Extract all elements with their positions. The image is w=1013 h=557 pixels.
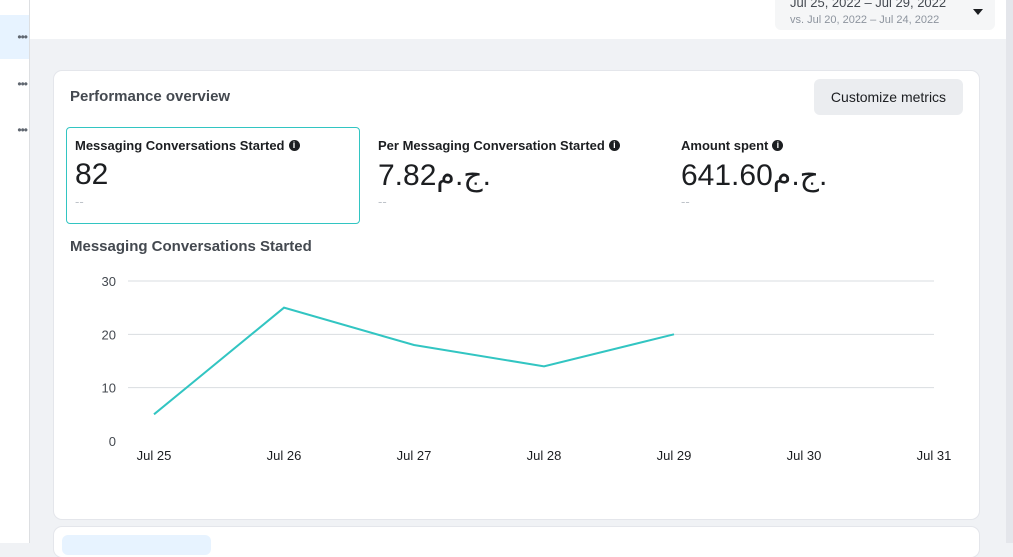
x-tick-label: Jul 25 [137,448,172,463]
left-sidebar: ••• ••• ••• [0,0,30,543]
date-range-text: Jul 25, 2022 – Jul 29, 2022 [790,0,947,10]
card-title: Performance overview [70,88,231,105]
metric-value: 641.60ج.م. [681,159,828,192]
metric-label-text: Per Messaging Conversation Started [378,138,605,153]
y-tick-label: 30 [102,274,116,289]
x-tick-label: Jul 27 [397,448,432,463]
metric-compare: -- [378,194,387,209]
date-range-picker[interactable]: Jul 25, 2022 – Jul 29, 2022 vs. Jul 20, … [775,0,995,30]
customize-metrics-button[interactable]: Customize metrics [814,79,963,115]
y-tick-label: 10 [102,381,116,396]
metric-tile-amount-spent[interactable]: Amount spent i 641.60ج.م. -- [672,127,966,224]
info-icon[interactable]: i [288,140,300,152]
sidebar-item-2[interactable]: ••• [0,62,29,106]
secondary-card [54,527,979,557]
y-tick-label: 20 [102,327,116,342]
series-line [153,306,675,416]
metric-label: Amount spent i [681,138,784,153]
scrollbar[interactable] [1006,0,1013,543]
chart-title: Messaging Conversations Started [70,238,312,255]
sidebar-item-1[interactable]: ••• [0,15,29,59]
info-icon[interactable]: i [608,140,620,152]
x-tick-label: Jul 28 [527,448,562,463]
sidebar-item-3[interactable]: ••• [0,108,29,152]
metric-value: 7.82ج.م. [378,159,492,192]
more-dots-icon: ••• [17,77,28,91]
secondary-card-tab[interactable] [62,535,211,555]
caret-down-icon [973,9,983,15]
x-tick-label: Jul 31 [917,448,952,463]
metric-tile-cost-per-conversation[interactable]: Per Messaging Conversation Started i 7.82… [369,127,663,224]
x-tick-label: Jul 30 [787,448,822,463]
metric-tile-conversations[interactable]: Messaging Conversations Started i 82 -- [66,127,360,224]
metric-label-text: Amount spent [681,138,769,153]
line-chart: 0 10 20 30 Jul 25 Jul 26 Jul 27 Jul 28 Jul 29 Jul… [102,274,952,463]
performance-overview-card: Performance overview Customize metrics M… [54,71,979,519]
metric-compare: -- [681,194,690,209]
x-tick-label: Jul 29 [657,448,692,463]
y-tick-label: 0 [109,434,116,449]
more-dots-icon: ••• [17,123,28,137]
metric-label: Per Messaging Conversation Started i [378,138,620,153]
metric-value: 82 [75,158,109,191]
x-tick-label: Jul 26 [267,448,302,463]
compare-range-text: vs. Jul 20, 2022 – Jul 24, 2022 [790,14,940,26]
metric-label: Messaging Conversations Started i [75,138,300,153]
more-dots-icon: ••• [17,30,28,44]
metric-compare: -- [75,194,84,209]
info-icon[interactable]: i [772,140,784,152]
metric-label-text: Messaging Conversations Started [75,138,285,153]
